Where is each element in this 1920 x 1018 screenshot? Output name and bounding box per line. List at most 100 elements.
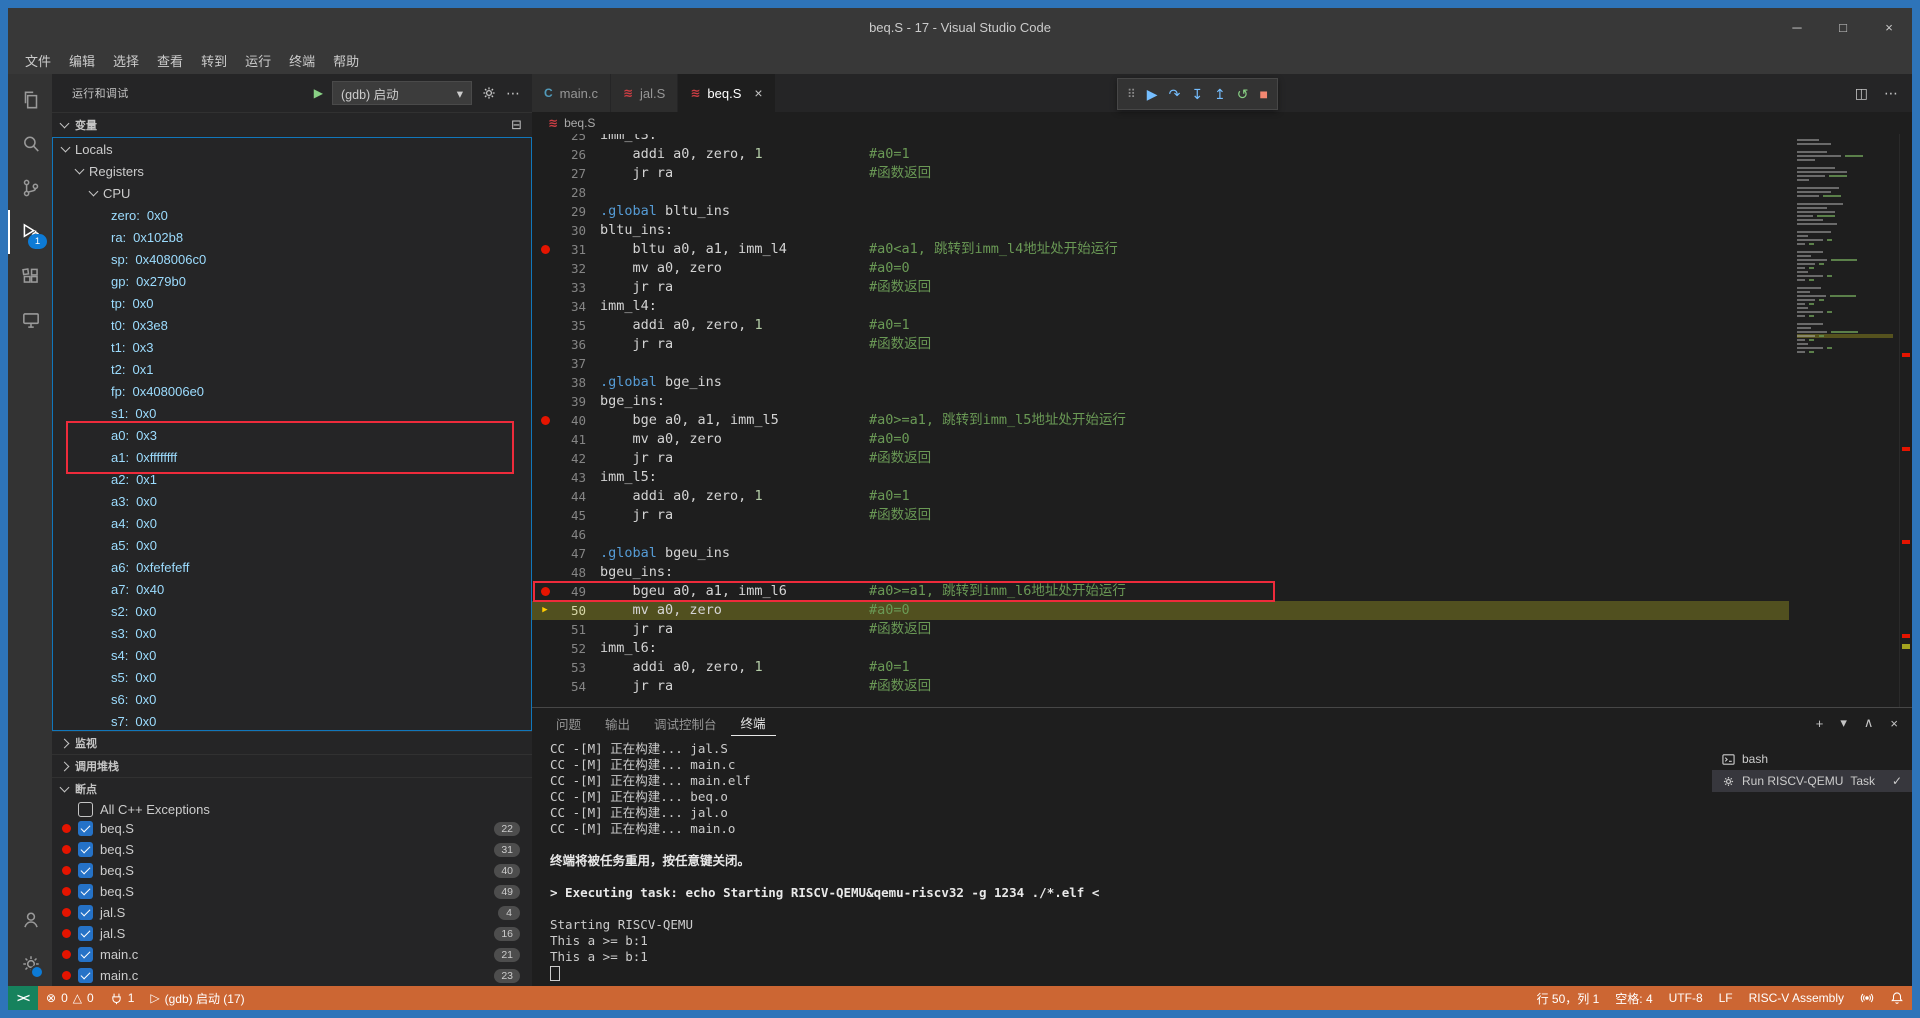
breakpoint-checkbox[interactable] — [78, 926, 93, 941]
maximize-panel-icon[interactable]: ∧ — [1864, 715, 1874, 731]
tab-beq-s[interactable]: ≋ beq.S × — [678, 74, 775, 112]
menu-item-selection[interactable]: 选择 — [104, 51, 148, 70]
code-line[interactable]: 43imm_l5: — [532, 468, 1789, 487]
variable-row[interactable]: ra:0x102b8 — [53, 226, 531, 248]
terminal-item-bash[interactable]: bash — [1712, 748, 1912, 770]
menu-item-go[interactable]: 转到 — [192, 51, 236, 70]
code-line[interactable]: 52imm_l6: — [532, 639, 1789, 658]
launch-config-select[interactable]: (gdb) 启动 ▾ — [332, 81, 472, 105]
gutter[interactable] — [532, 587, 558, 596]
menu-item-run[interactable]: 运行 — [236, 51, 280, 70]
ports-indicator[interactable]: 1 — [102, 986, 143, 1010]
indentation[interactable]: 空格: 4 — [1607, 986, 1660, 1010]
code-line[interactable]: 53 addi a0, zero, 1#a0=1 — [532, 658, 1789, 677]
variable-row[interactable]: a6:0xfefefeff — [53, 556, 531, 578]
close-button[interactable]: × — [1866, 8, 1912, 46]
debug-session-indicator[interactable]: ▷ (gdb) 启动 (17) — [142, 986, 252, 1010]
menu-item-terminal[interactable]: 终端 — [280, 51, 324, 70]
stop-button[interactable]: ■ — [1260, 87, 1268, 101]
step-out-button[interactable]: ↥ — [1214, 87, 1226, 101]
variable-row[interactable]: s6:0x0 — [53, 688, 531, 710]
overview-ruler[interactable] — [1899, 134, 1912, 707]
remote-indicator[interactable]: >< — [8, 986, 38, 1010]
maximize-button[interactable]: □ — [1820, 8, 1866, 46]
code-line[interactable]: 48bgeu_ins: — [532, 563, 1789, 582]
code-line[interactable]: 38.global bge_ins — [532, 373, 1789, 392]
breakpoint-row[interactable]: beq.S31 — [52, 839, 532, 860]
code-line[interactable]: 41 mv a0, zero#a0=0 — [532, 430, 1789, 449]
breakpoint-checkbox[interactable] — [78, 905, 93, 920]
minimize-button[interactable]: ─ — [1774, 8, 1820, 46]
menu-item-view[interactable]: 查看 — [148, 51, 192, 70]
tab-main-c[interactable]: C main.c — [532, 74, 611, 112]
tab-jal-s[interactable]: ≋ jal.S — [611, 74, 678, 112]
activity-settings[interactable] — [8, 942, 52, 986]
collapse-all-icon[interactable]: ⊟ — [511, 117, 522, 133]
exceptions-checkbox[interactable] — [78, 802, 93, 817]
code-line[interactable]: 36 jr ra#函数返回 — [532, 335, 1789, 354]
panel-tab-problems[interactable]: 问题 — [546, 711, 591, 736]
menu-item-file[interactable]: 文件 — [16, 51, 60, 70]
code-line[interactable]: ▶50 mv a0, zero#a0=0 — [532, 601, 1789, 620]
variable-row[interactable]: gp:0x279b0 — [53, 270, 531, 292]
eol[interactable]: LF — [1711, 986, 1741, 1010]
variable-row[interactable]: a0:0x3 — [53, 424, 531, 446]
code-line[interactable]: 26 addi a0, zero, 1#a0=1 — [532, 145, 1789, 164]
variable-row[interactable]: a5:0x0 — [53, 534, 531, 556]
code-line[interactable]: 49 bgeu a0, a1, imm_l6#a0>=a1, 跳转到imm_l6… — [532, 582, 1789, 601]
panel-tab-output[interactable]: 输出 — [595, 711, 640, 736]
breakpoint-row[interactable]: jal.S4 — [52, 902, 532, 923]
scope-row-cpu[interactable]: CPU — [53, 182, 531, 204]
gutter[interactable] — [532, 245, 558, 254]
menu-item-edit[interactable]: 编辑 — [60, 51, 104, 70]
terminal-dropdown-icon[interactable]: ▾ — [1840, 715, 1847, 731]
code-line[interactable]: 37 — [532, 354, 1789, 373]
activity-extensions[interactable] — [8, 254, 52, 298]
panel-tab-debug-console[interactable]: 调试控制台 — [644, 711, 727, 736]
code-line[interactable]: 47.global bgeu_ins — [532, 544, 1789, 563]
code-line[interactable]: 34imm_l4: — [532, 297, 1789, 316]
code-line[interactable]: 51 jr ra#函数返回 — [532, 620, 1789, 639]
feedback-item[interactable] — [1852, 986, 1882, 1010]
code-line[interactable]: 46 — [532, 525, 1789, 544]
breakpoint-row[interactable]: main.c23 — [52, 965, 532, 986]
gutter[interactable]: ▶ — [532, 601, 558, 620]
code-line[interactable]: 30bltu_ins: — [532, 221, 1789, 240]
code-line[interactable]: 25imm_l3: — [532, 134, 1789, 145]
activity-explorer[interactable] — [8, 78, 52, 122]
exceptions-row[interactable]: All C++ Exceptions — [52, 800, 532, 818]
breakpoint-row[interactable]: beq.S49 — [52, 881, 532, 902]
variable-row[interactable]: s3:0x0 — [53, 622, 531, 644]
variables-pane-header[interactable]: 变量 ⊟ — [52, 112, 532, 137]
activity-accounts[interactable] — [8, 898, 52, 942]
code-line[interactable]: 44 addi a0, zero, 1#a0=1 — [532, 487, 1789, 506]
variable-row[interactable]: s5:0x0 — [53, 666, 531, 688]
drag-grip-icon[interactable]: ⠿ — [1127, 88, 1136, 100]
code-line[interactable]: 29.global bltu_ins — [532, 202, 1789, 221]
code-editor[interactable]: 25imm_l3:26 addi a0, zero, 1#a0=127 jr r… — [532, 134, 1789, 707]
variable-row[interactable]: a7:0x40 — [53, 578, 531, 600]
breakpoint-row[interactable]: main.c21 — [52, 944, 532, 965]
terminal-item-task[interactable]: Run RISCV-QEMU Task ✓ — [1712, 770, 1912, 792]
encoding[interactable]: UTF-8 — [1661, 986, 1711, 1010]
variable-row[interactable]: s2:0x0 — [53, 600, 531, 622]
terminal-output[interactable]: CC -[M] 正在构建... jal.SCC -[M] 正在构建... mai… — [532, 738, 1712, 986]
continue-button[interactable]: ▶ — [1147, 87, 1158, 101]
restart-button[interactable]: ↺ — [1237, 87, 1249, 101]
code-line[interactable]: 27 jr ra#函数返回 — [532, 164, 1789, 183]
start-debugging-icon[interactable]: ▶ — [314, 86, 323, 100]
more-actions-icon[interactable]: ⋯ — [506, 85, 520, 102]
code-line[interactable]: 45 jr ra#函数返回 — [532, 506, 1789, 525]
variable-row[interactable]: t2:0x1 — [53, 358, 531, 380]
scope-row-locals[interactable]: Locals — [53, 138, 531, 160]
variable-row[interactable]: t1:0x3 — [53, 336, 531, 358]
configure-gear-icon[interactable] — [481, 85, 497, 101]
language-mode[interactable]: RISC-V Assembly — [1741, 986, 1852, 1010]
code-line[interactable]: 33 jr ra#函数返回 — [532, 278, 1789, 297]
activity-remote-explorer[interactable] — [8, 298, 52, 342]
close-panel-icon[interactable]: × — [1890, 716, 1898, 731]
breakpoint-row[interactable]: jal.S16 — [52, 923, 532, 944]
breakpoint-row[interactable]: beq.S40 — [52, 860, 532, 881]
step-over-button[interactable]: ↷ — [1169, 87, 1181, 101]
breakpoint-checkbox[interactable] — [78, 884, 93, 899]
